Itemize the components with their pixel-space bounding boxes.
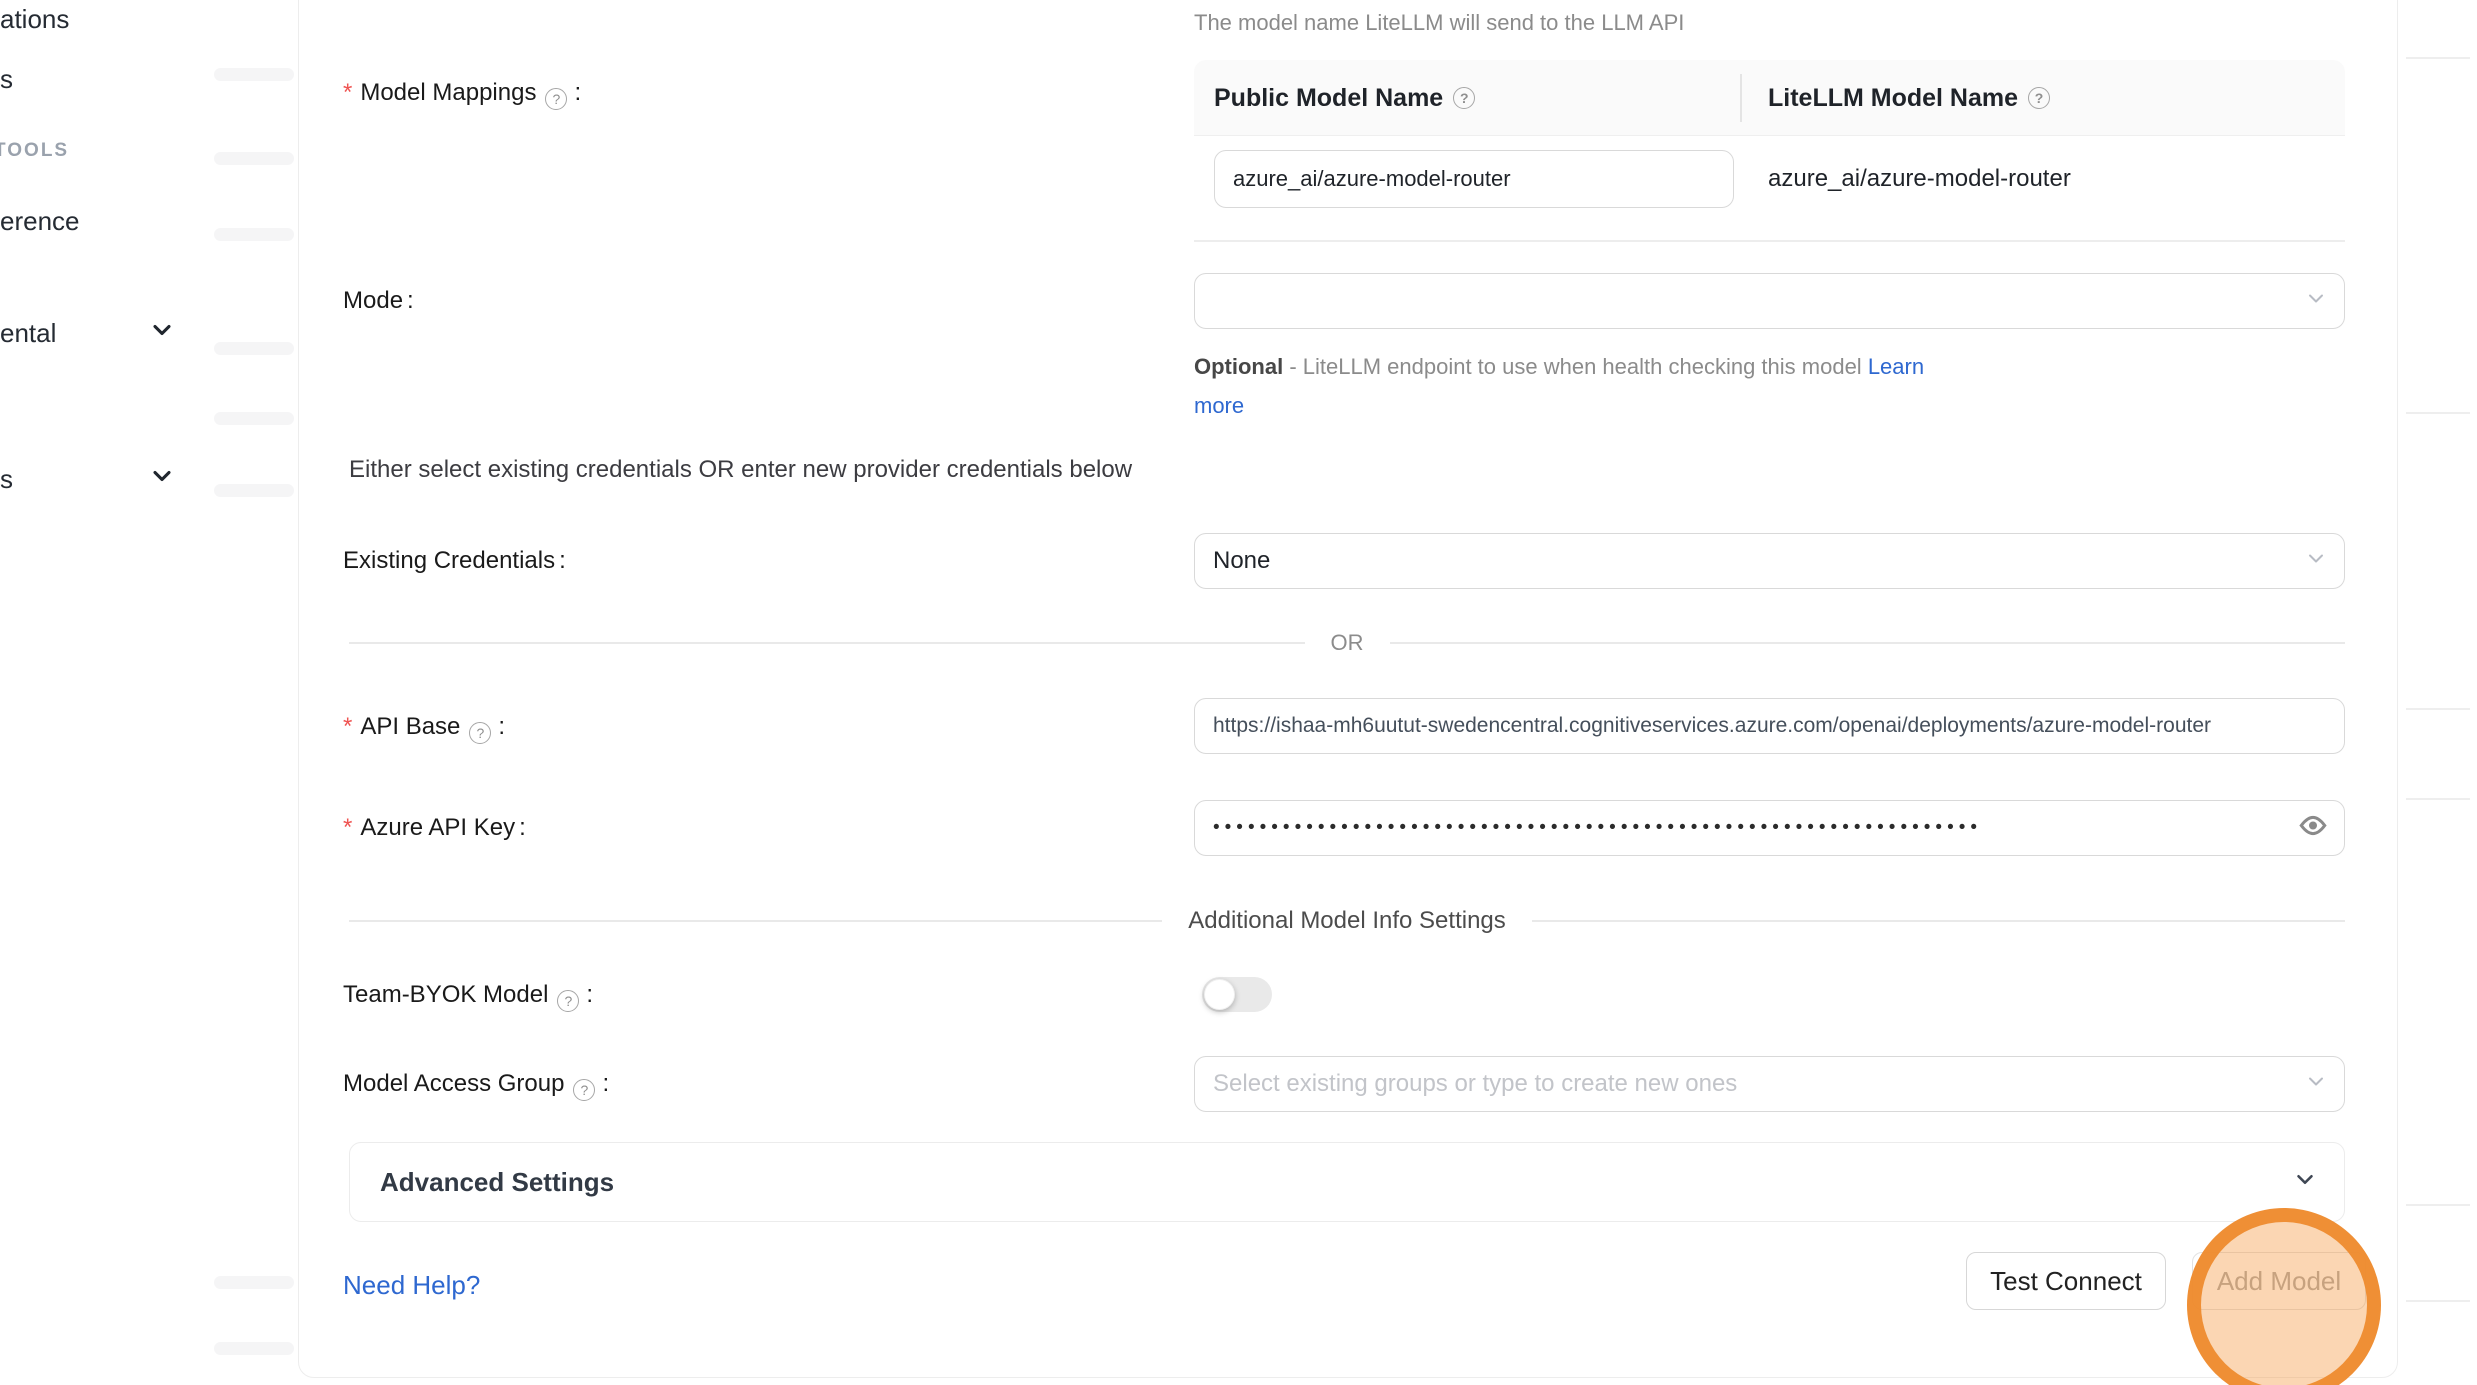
table-bottom-border [1194, 240, 2345, 242]
toggle-knob [1204, 979, 1235, 1010]
sidebar-item[interactable]: s [0, 64, 13, 95]
required-asterisk: * [343, 79, 352, 106]
additional-info-divider: Additional Model Info Settings [349, 908, 2345, 934]
need-help-link[interactable]: Need Help? [343, 1270, 480, 1301]
learn-more-link[interactable]: more [1194, 393, 1244, 418]
help-circle-icon[interactable]: ? [545, 88, 567, 110]
skeleton-bar [214, 342, 294, 355]
existing-credentials-select[interactable]: None [1194, 533, 2345, 589]
chevron-down-icon [2304, 287, 2328, 316]
api-base-label: *API Base?: [343, 711, 505, 744]
mode-help-text-line2: more [1194, 391, 1244, 421]
credentials-note: Either select existing credentials OR en… [349, 454, 1132, 486]
required-asterisk: * [343, 814, 352, 841]
skeleton-bar [214, 68, 294, 81]
help-circle-icon[interactable]: ? [2028, 87, 2050, 109]
existing-credentials-label: Existing Credentials: [343, 545, 566, 577]
background-row-line [2406, 708, 2470, 710]
background-row-line [2406, 1204, 2470, 1206]
sidebar-item-inference[interactable]: erence [0, 206, 80, 237]
mode-label: Mode: [343, 285, 414, 317]
api-base-input[interactable] [1194, 698, 2345, 754]
background-row-line [2406, 57, 2470, 59]
azure-api-key-input[interactable]: ••••••••••••••••••••••••••••••••••••••••… [1194, 800, 2345, 856]
model-mappings-label: *Model Mappings?: [343, 77, 581, 110]
add-model-button[interactable]: Add Model [2192, 1252, 2366, 1310]
mode-help-text: Optional - LiteLLM endpoint to use when … [1194, 352, 1924, 382]
sidebar-item-experimental[interactable]: ental [0, 318, 56, 349]
select-placeholder: Select existing groups or type to create… [1213, 1070, 1737, 1098]
chevron-down-icon [2292, 1167, 2318, 1198]
skeleton-bar [214, 412, 294, 425]
eye-icon[interactable] [2298, 811, 2328, 846]
chevron-down-icon[interactable] [148, 316, 176, 349]
column-header-public-model-name: Public Model Name? [1214, 60, 1478, 136]
public-model-name-input[interactable] [1214, 150, 1734, 208]
masked-api-key-value: ••••••••••••••••••••••••••••••••••••••••… [1213, 817, 2273, 839]
mode-select[interactable] [1194, 273, 2345, 329]
sidebar-section-tools: TOOLS [0, 140, 69, 162]
team-byok-label: Team-BYOK Model?: [343, 979, 593, 1012]
or-divider: OR [349, 630, 2345, 656]
help-circle-icon[interactable]: ? [573, 1079, 595, 1101]
help-circle-icon[interactable]: ? [557, 990, 579, 1012]
help-circle-icon[interactable]: ? [469, 722, 491, 744]
skeleton-bar [214, 484, 294, 497]
chevron-down-icon [2304, 547, 2328, 576]
column-divider [1740, 74, 1742, 122]
learn-more-link[interactable]: Learn [1868, 354, 1924, 379]
advanced-settings-panel[interactable]: Advanced Settings [349, 1142, 2345, 1222]
skeleton-bar [214, 1276, 294, 1289]
required-asterisk: * [343, 713, 352, 740]
model-access-group-select[interactable]: Select existing groups or type to create… [1194, 1056, 2345, 1112]
advanced-settings-title: Advanced Settings [380, 1167, 614, 1198]
column-header-litellm-model-name: LiteLLM Model Name? [1768, 60, 2053, 136]
background-row-line [2406, 798, 2470, 800]
skeleton-bar [214, 152, 294, 165]
azure-api-key-label: *Azure API Key: [343, 812, 526, 844]
sidebar-item-settings[interactable]: s [0, 464, 13, 495]
litellm-model-name-value: azure_ai/azure-model-router [1768, 165, 2071, 193]
sidebar-item-organizations[interactable]: ations [0, 4, 69, 35]
team-byok-toggle[interactable] [1202, 977, 1272, 1012]
help-circle-icon[interactable]: ? [1453, 87, 1475, 109]
test-connect-button[interactable]: Test Connect [1966, 1252, 2166, 1310]
model-name-helper-text: The model name LiteLLM will send to the … [1194, 10, 1684, 36]
skeleton-bar [214, 228, 294, 241]
add-model-page: ations s TOOLS erence ental s The model … [0, 0, 2477, 1385]
chevron-down-icon[interactable] [148, 462, 176, 495]
chevron-down-icon [2304, 1070, 2328, 1099]
model-access-group-label: Model Access Group?: [343, 1068, 609, 1101]
background-row-line [2406, 1300, 2470, 1302]
skeleton-bar [214, 1342, 294, 1355]
background-row-line [2406, 412, 2470, 414]
